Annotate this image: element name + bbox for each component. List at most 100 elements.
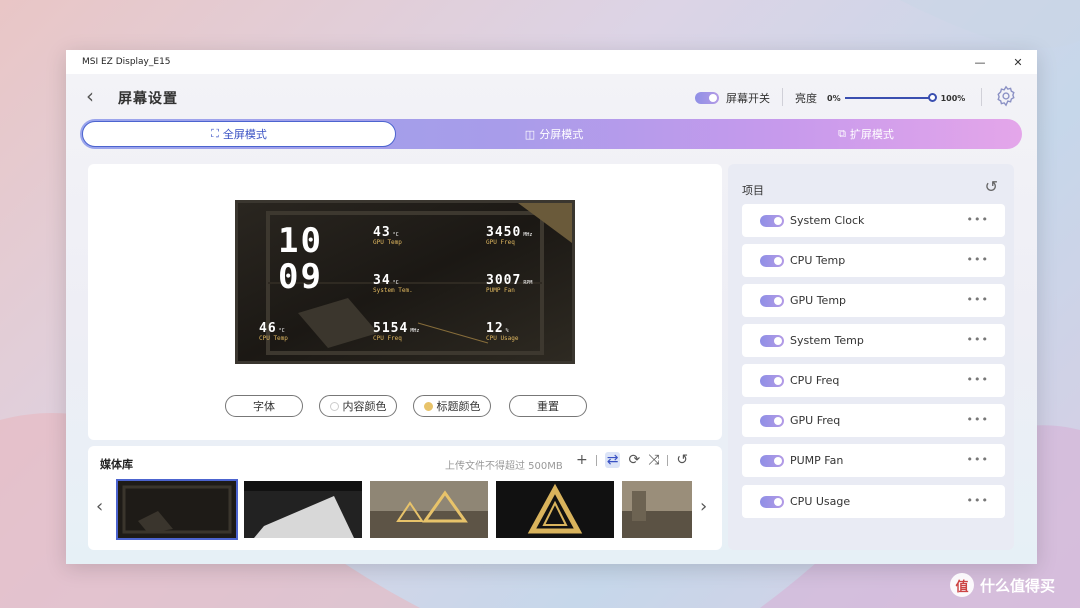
item-toggle[interactable] (760, 454, 784, 467)
stat-label: GPU Freq (486, 239, 515, 246)
divider (981, 88, 982, 106)
minimize-button[interactable]: — (961, 50, 999, 74)
media-title: 媒体库 (100, 458, 133, 471)
title-color-button[interactable]: 标题颜色 (413, 395, 491, 417)
window-title: MSI EZ Display_E15 (82, 57, 171, 67)
media-next-button[interactable]: › (700, 496, 707, 517)
media-thumbnail[interactable] (370, 481, 488, 538)
stat-value: 34 (373, 273, 391, 288)
tab-extend[interactable]: ⧉ 扩屏模式 (710, 119, 1022, 149)
stat-value: 43 (373, 225, 391, 240)
stat-unit: MHz (523, 232, 533, 238)
font-button[interactable]: 字体 (225, 395, 303, 417)
content-color-button[interactable]: 内容颜色 (319, 395, 397, 417)
item-toggle[interactable] (760, 374, 784, 387)
watermark-logo: 值 (950, 573, 974, 597)
media-prev-button[interactable]: ‹ (96, 496, 103, 517)
list-item[interactable]: System Clock ••• (742, 204, 1005, 237)
list-item[interactable]: GPU Temp ••• (742, 284, 1005, 317)
stat-label: GPU Temp (373, 239, 402, 246)
stat-label: System Tem. (373, 287, 413, 294)
back-button[interactable]: ‹ (86, 84, 94, 108)
stat-cpu-usage: 12% CPU Usage (486, 317, 519, 342)
item-toggle[interactable] (760, 254, 784, 267)
clock-hour: 10 (278, 221, 323, 261)
list-item[interactable]: System Temp ••• (742, 324, 1005, 357)
more-icon[interactable]: ••• (967, 494, 989, 507)
item-label: PUMP Fan (790, 454, 844, 467)
shuffle-icon[interactable]: ⤨ (648, 452, 659, 468)
tab-fullscreen[interactable]: ⛶ 全屏模式 (82, 121, 396, 147)
items-panel: 项目 ↺ System Clock ••• CPU Temp ••• GPU T… (728, 164, 1014, 550)
item-toggle[interactable] (760, 414, 784, 427)
stat-label: CPU Temp (259, 335, 288, 342)
stat-value: 5154 (373, 321, 409, 336)
color-swatch-icon (423, 401, 433, 411)
more-icon[interactable]: ••• (967, 333, 989, 346)
item-toggle[interactable] (760, 294, 784, 307)
divider (595, 454, 597, 466)
media-thumbnail[interactable] (116, 479, 238, 540)
brightness-slider-knob[interactable] (927, 93, 937, 102)
tab-label: 全屏模式 (222, 128, 267, 141)
media-thumbnail[interactable] (244, 481, 362, 538)
preview-clock: 10 09 (278, 223, 323, 295)
more-icon[interactable]: ••• (967, 413, 989, 426)
tab-split[interactable]: ◫ 分屏模式 (398, 119, 710, 149)
clock-minute: 09 (278, 257, 323, 297)
brightness-control: 亮度 0% 100% (795, 90, 965, 106)
media-thumbnail[interactable] (622, 481, 692, 538)
header: ‹ 屏幕设置 屏幕开关 亮度 0% 100% (66, 74, 1037, 120)
item-toggle[interactable] (760, 214, 784, 227)
divider (667, 454, 669, 466)
stat-value: 3007 (486, 273, 522, 288)
stat-cpu-temp: 46 °C CPU Temp (259, 317, 288, 342)
stat-system-temp: 34 °C System Tem. (373, 269, 413, 294)
stat-unit: RPM (523, 280, 533, 286)
preview-card: 10 09 43 °C GPU Temp 3450 MHz GPU Freq 34 °… (88, 164, 722, 440)
extend-icon: ⧉ (838, 127, 846, 140)
list-item[interactable]: PUMP Fan ••• (742, 444, 1005, 477)
undo-icon[interactable]: ↺ (676, 452, 688, 468)
item-label: CPU Temp (790, 254, 846, 267)
add-media-button[interactable]: + (576, 452, 588, 468)
watermark-text: 什么值得买 (980, 576, 1056, 595)
more-icon[interactable]: ••• (967, 453, 989, 466)
loop-icon[interactable]: ⇄ (604, 452, 621, 468)
tab-label: 分屏模式 (539, 128, 584, 141)
more-icon[interactable]: ••• (967, 213, 989, 226)
close-button[interactable]: ✕ (999, 50, 1037, 74)
item-toggle[interactable] (760, 495, 784, 508)
list-item[interactable]: GPU Freq ••• (742, 404, 1005, 437)
main-content: ‹ 屏幕设置 屏幕开关 亮度 0% 100% ⛶ 全屏模式 ◫ 分屏模式 ⧉ 扩… (66, 74, 1037, 564)
media-library: 媒体库 上传文件不得超过 500MB + ⇄ ⟳ ⤨ ↺ ‹ › (88, 446, 722, 550)
preview-buttons: 字体 内容颜色 标题颜色 重置 (225, 395, 587, 417)
brightness-label: 亮度 (795, 92, 817, 105)
stat-gpu-freq: 3450 MHz GPU Freq (486, 221, 532, 246)
upload-hint: 上传文件不得超过 500MB (445, 461, 563, 472)
list-item[interactable]: CPU Usage ••• (742, 485, 1005, 518)
gear-icon[interactable] (995, 85, 1017, 107)
screen-switch[interactable]: 屏幕开关 (695, 90, 770, 106)
tab-label: 扩屏模式 (849, 128, 894, 141)
repeat-icon[interactable]: ⟳ (628, 452, 640, 468)
more-icon[interactable]: ••• (967, 373, 989, 386)
stat-unit: °C (392, 280, 399, 286)
stat-value: 12 (486, 321, 504, 336)
item-toggle[interactable] (760, 334, 784, 347)
screen-toggle[interactable] (695, 92, 719, 104)
brightness-slider[interactable] (844, 93, 937, 102)
list-item[interactable]: CPU Freq ••• (742, 364, 1005, 397)
divider (782, 88, 783, 106)
split-icon: ◫ (524, 127, 536, 141)
more-icon[interactable]: ••• (967, 253, 989, 266)
more-icon[interactable]: ••• (967, 293, 989, 306)
reset-icon[interactable]: ↺ (985, 177, 998, 196)
item-label: System Clock (790, 214, 865, 227)
reset-button-label: 重置 (537, 400, 559, 413)
display-preview[interactable]: 10 09 43 °C GPU Temp 3450 MHz GPU Freq 34 °… (235, 200, 575, 364)
media-thumbnail[interactable] (496, 481, 614, 538)
list-item[interactable]: CPU Temp ••• (742, 244, 1005, 277)
page-title: 屏幕设置 (118, 91, 178, 107)
reset-button[interactable]: 重置 (509, 395, 587, 417)
